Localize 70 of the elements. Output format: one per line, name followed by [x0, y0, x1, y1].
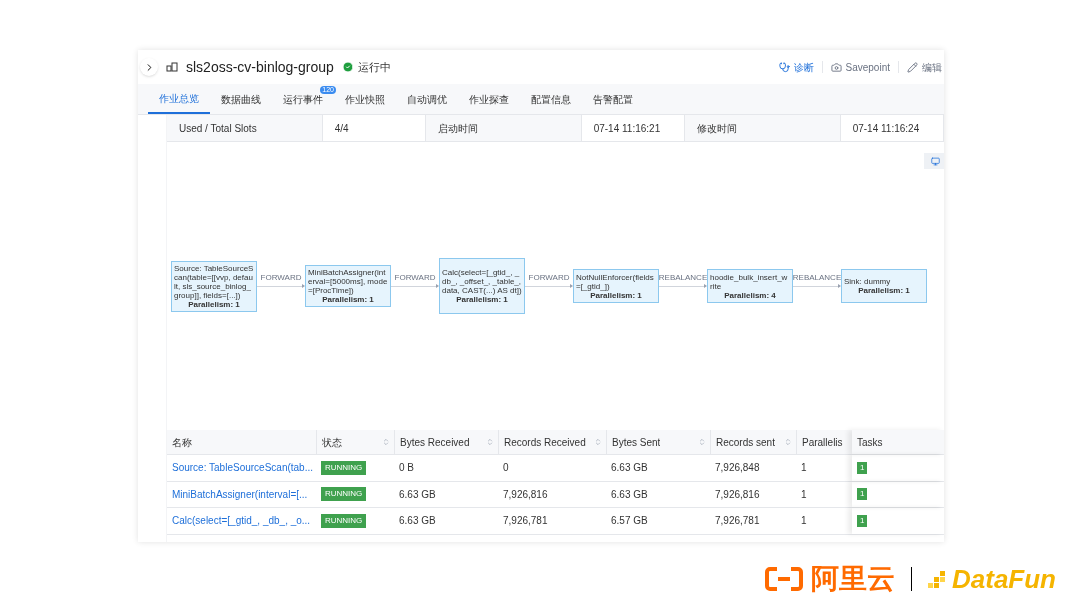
graph-node[interactable]: Sink: dummy Parallelism: 1 — [841, 269, 927, 303]
table-cell-text: 1 — [801, 514, 807, 529]
task-count-badge: 1 — [857, 514, 868, 527]
table-cell-text: 0 — [503, 461, 509, 476]
graph-icon — [166, 62, 178, 72]
column-header: Bytes Sent — [612, 435, 661, 450]
column-header: 名称 — [172, 435, 192, 450]
column-header: 状态 — [322, 435, 342, 450]
sort-icon[interactable] — [486, 438, 494, 446]
operator-link[interactable]: Calc(select=[_gtid_, _db_, _o... — [172, 513, 311, 529]
graph-node[interactable]: MiniBatchAssigner(interval=[5000ms], mode=[ProcTime]) Parallelism: 1 — [305, 265, 391, 307]
tab[interactable]: 配置信息 — [520, 84, 582, 114]
graph-node[interactable]: Calc(select=[_gtid_, _db_, _offset_, _table_, data, CAST(...) AS dt]) Parallelism: 1 — [439, 258, 525, 314]
table-cell-text: 6.63 GB — [611, 487, 648, 502]
table-cell-text: 7,926,848 — [715, 461, 760, 476]
dots-logo-icon — [928, 569, 948, 589]
status-badge: RUNNING — [321, 513, 367, 528]
status-badge: RUNNING — [321, 487, 367, 502]
info-value: 07-14 11:16:24 — [852, 121, 920, 136]
graph-node[interactable]: Source: TableSourceScan(table=[[vvp, default, sls_source_binlog_group]], fields=[...]) Parallelism: 1 — [171, 260, 257, 312]
pencil-icon — [907, 61, 918, 73]
table-cell-text: 0 B — [399, 461, 414, 476]
table-cell-text: 7,926,816 — [503, 487, 548, 502]
table-cell-text: 7,926,781 — [503, 514, 548, 529]
table-cell-text: 1 — [801, 461, 807, 476]
column-header: Parallelis — [802, 435, 843, 450]
tab[interactable]: 数据曲线 — [210, 84, 272, 114]
info-label: 修改时间 — [697, 121, 737, 136]
stethoscope-icon — [778, 61, 790, 73]
info-label: Used / Total Slots — [179, 121, 257, 136]
table-cell-text: 7,926,816 — [715, 487, 760, 502]
logo-text: DataFun — [952, 566, 1056, 592]
tab[interactable]: 告警配置 — [582, 84, 644, 114]
column-header: Bytes Received — [400, 435, 470, 450]
status-badge: RUNNING — [321, 460, 367, 475]
status-text: 运行中 — [357, 59, 391, 75]
monitor-button[interactable] — [924, 153, 944, 169]
table-cell-text: 6.57 GB — [611, 514, 648, 529]
expand-button[interactable] — [140, 58, 158, 76]
table-cell-text: 6.63 GB — [611, 461, 648, 476]
logo-text: 阿里云 — [811, 565, 895, 593]
action-button[interactable]: 诊断 — [778, 59, 814, 75]
camera-icon — [830, 61, 842, 73]
sort-icon[interactable] — [698, 438, 706, 446]
info-label: 启动时间 — [438, 121, 478, 136]
monitor-icon — [931, 156, 940, 166]
tab[interactable]: 作业探查 — [458, 84, 520, 114]
column-header: Records Received — [504, 435, 586, 450]
job-title: sls2oss-cv-binlog-group — [186, 57, 334, 77]
table-cell-text: 7,926,781 — [715, 514, 760, 529]
task-count-badge: 1 — [857, 488, 868, 501]
sort-icon[interactable] — [594, 438, 602, 446]
info-value: 4/4 — [334, 121, 349, 136]
table-cell-text: 1 — [801, 487, 807, 502]
bracket-logo-icon — [765, 566, 803, 592]
column-header: Records sent — [716, 435, 775, 450]
operator-link[interactable]: Source: TableSourceScan(tab... — [172, 460, 313, 476]
operator-link[interactable]: MiniBatchAssigner(interval=[... — [172, 486, 308, 502]
tab[interactable]: 自动调优 — [396, 84, 458, 114]
table-cell-text: 6.63 GB — [399, 514, 436, 529]
sort-icon[interactable] — [784, 438, 792, 446]
sort-icon[interactable] — [382, 438, 390, 446]
table-cell-text: 6.63 GB — [399, 487, 436, 502]
graph-node[interactable]: hoodie_bulk_insert_write Parallelism: 4 — [707, 269, 793, 303]
check-icon — [341, 61, 354, 73]
task-count-badge: 1 — [857, 461, 868, 474]
graph-node[interactable]: NotNullEnforcer(fields=[_gtid_]) Parallelism: 1 — [573, 269, 659, 303]
tab[interactable]: 作业快照 — [334, 84, 396, 114]
info-value: 07-14 11:16:21 — [593, 121, 661, 136]
column-header: Tasks — [857, 435, 883, 450]
